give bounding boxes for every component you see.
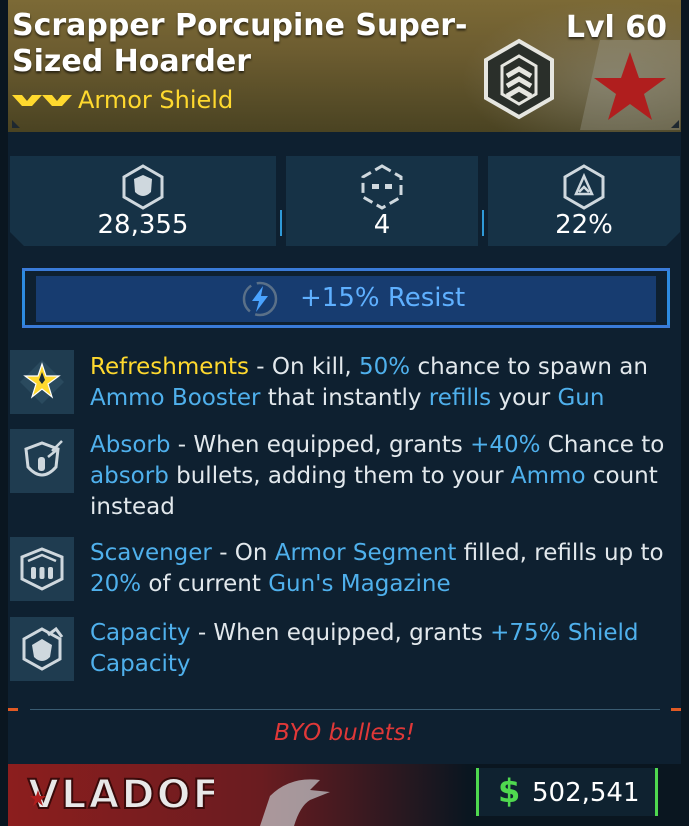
item-type: Armor Shield	[78, 86, 234, 114]
perk-desc: - On kill,	[249, 354, 360, 380]
perk-desc: that instantly	[260, 385, 429, 411]
perk-highlight: Ammo	[510, 463, 586, 489]
scavenger-ammo-icon	[20, 547, 64, 591]
divider-tick	[8, 708, 18, 711]
manufacturer-star-icon	[580, 40, 680, 130]
flavor-text: BYO bullets!	[274, 720, 415, 746]
corner-mark-icon	[671, 120, 679, 128]
stat-segments-value: 4	[373, 210, 391, 240]
perk-scavenger-text: Scavenger - On Armor Segment filled, ref…	[90, 538, 680, 600]
perk-desc: your	[491, 385, 558, 411]
perk-name: Absorb	[90, 432, 171, 458]
perk-desc: of current	[141, 571, 269, 597]
stat-recharge: 22%	[488, 156, 680, 246]
perk-absorb-text: Absorb - When equipped, grants +40% Chan…	[90, 430, 680, 523]
stat-recharge-value: 22%	[555, 210, 613, 240]
shock-bolt-icon	[242, 281, 278, 317]
eagle-emblem-icon	[260, 779, 330, 826]
perk-highlight: 20%	[90, 571, 142, 597]
stat-divider	[280, 210, 282, 236]
price-value: 502,541	[532, 778, 640, 808]
perk-refreshments-text: Refreshments - On kill, 50% chance to sp…	[90, 352, 680, 414]
item-name: Scrapper Porcupine Super-Sized Hoarder	[12, 8, 468, 79]
perk-name: Scavenger	[90, 540, 212, 566]
divider-tick	[671, 708, 681, 711]
manufacturer-name: VLADOF	[28, 772, 214, 818]
perk-scavenger-icon-box	[10, 537, 74, 601]
stat-capacity: 28,355	[10, 156, 276, 246]
perk-highlight: absorb	[90, 463, 169, 489]
resist-label: +15% Resist	[300, 283, 466, 313]
rarity-chevrons-icon	[12, 95, 72, 106]
perk-desc: chance to spawn an	[410, 354, 648, 380]
perk-name: Capacity	[90, 620, 191, 646]
perk-highlight: Ammo Booster	[90, 385, 261, 411]
stat-divider	[482, 210, 484, 236]
currency-icon: $	[498, 772, 521, 810]
resist-frame-bottom	[22, 325, 670, 328]
recharge-rate-icon	[561, 164, 607, 210]
perk-capacity-icon-box	[10, 617, 74, 681]
shield-capacity-icon	[120, 164, 166, 210]
perk-name: Refreshments	[90, 354, 249, 380]
capacity-shield-icon	[22, 626, 64, 671]
perk-desc: - When equipped, grants	[190, 620, 491, 646]
perk-absorb-icon-box	[10, 429, 74, 493]
perk-desc: - On	[211, 540, 275, 566]
card-right-edge	[681, 0, 689, 826]
corner-mark-icon	[12, 120, 20, 128]
refreshments-star-icon	[20, 360, 64, 404]
stat-segments: 4	[286, 156, 478, 246]
resist-frame-top	[22, 268, 670, 271]
perk-highlight: refills	[428, 385, 492, 411]
manufacturer-logo: VLADOF	[27, 771, 214, 819]
stat-capacity-value: 28,355	[97, 210, 189, 240]
perk-highlight: 50%	[359, 354, 411, 380]
perk-desc: bullets, adding them to your	[168, 463, 511, 489]
shield-class-icon	[484, 38, 554, 120]
perk-highlight: +40%	[470, 432, 541, 458]
armor-segment-icon	[361, 164, 403, 210]
section-divider	[30, 709, 660, 710]
perk-desc: - When equipped, grants	[170, 432, 471, 458]
perk-desc: Chance to	[540, 432, 665, 458]
perk-desc: filled, refills up to	[456, 540, 664, 566]
perk-capacity-text: Capacity - When equipped, grants +75% Sh…	[90, 618, 680, 680]
card-left-edge	[0, 0, 8, 826]
perk-highlight: Gun's Magazine	[268, 571, 451, 597]
perk-highlight: Armor Segment	[274, 540, 457, 566]
absorb-shield-icon	[24, 440, 63, 477]
perk-refreshments-icon-box	[10, 350, 74, 414]
perk-highlight: Gun	[557, 385, 605, 411]
